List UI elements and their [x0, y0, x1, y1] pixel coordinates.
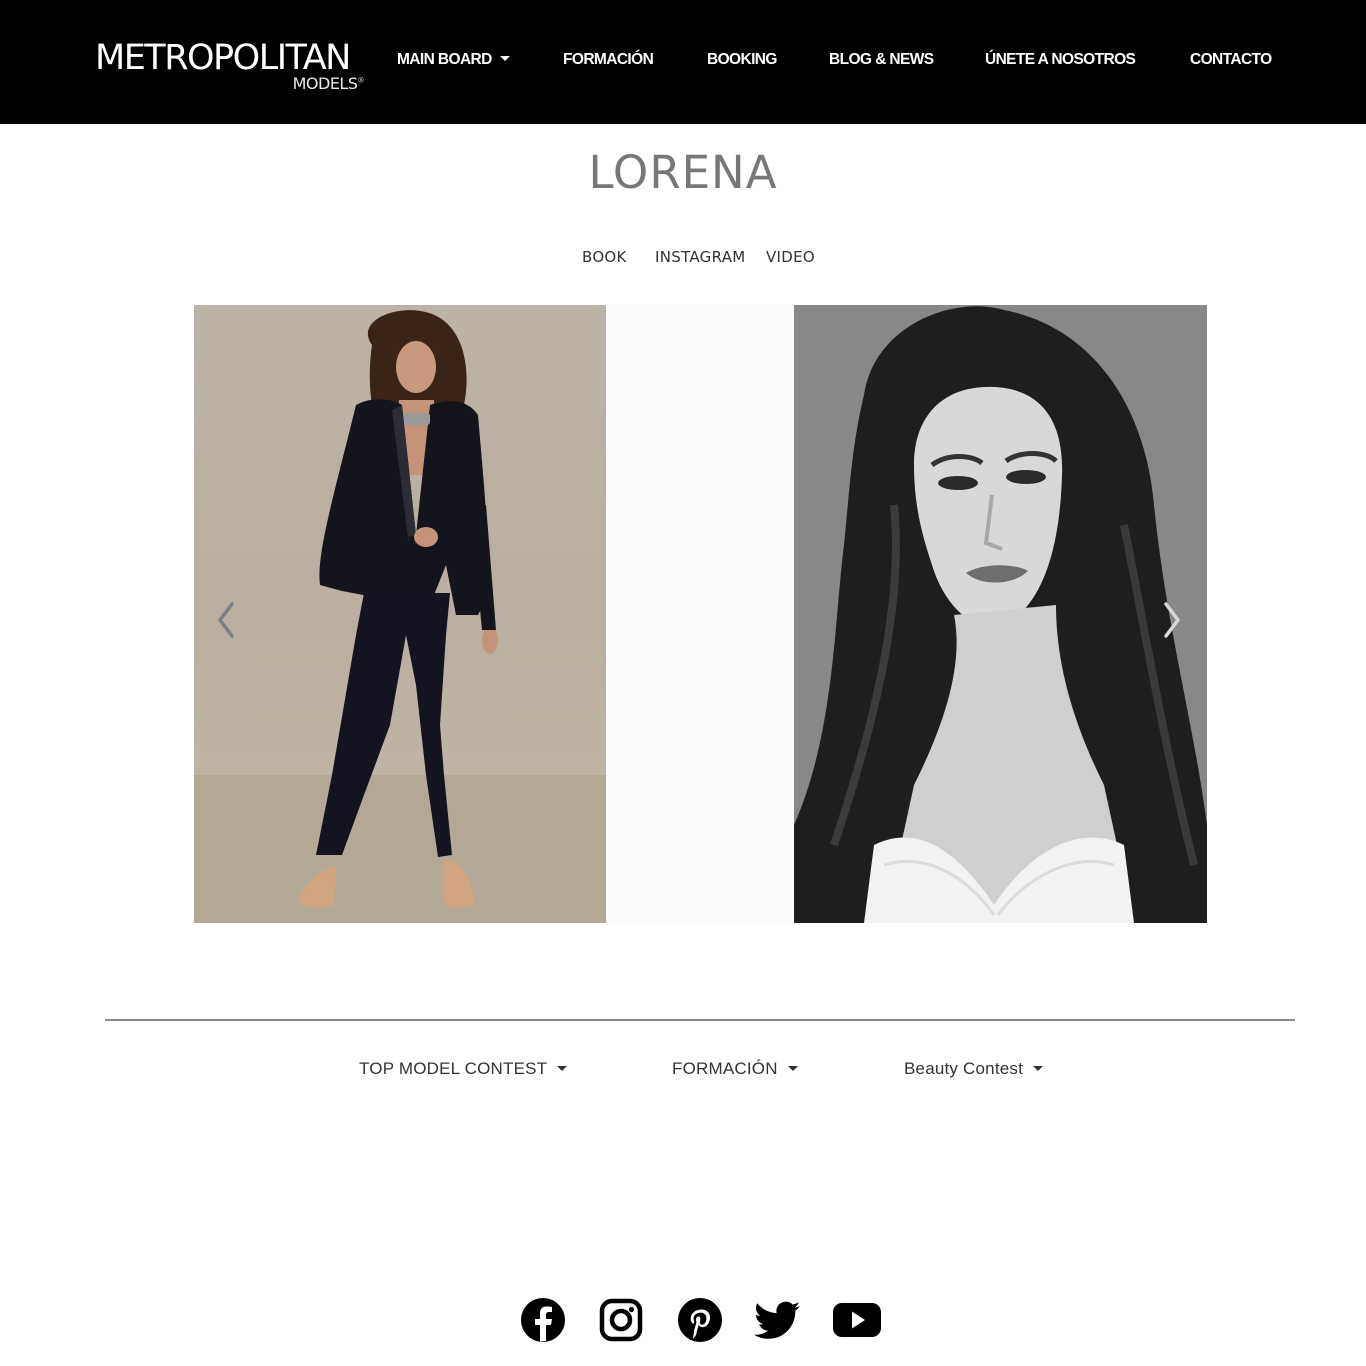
caret-down-icon — [499, 56, 510, 62]
profile-tabs: BOOK INSTAGRAM VIDEO — [0, 246, 1366, 268]
footer-menu: TOP MODEL CONTEST FORMACIÓN Beauty Conte… — [0, 1058, 1366, 1080]
model-photo-portrait — [794, 305, 1207, 923]
nav-contacto[interactable]: CONTACTO — [1190, 48, 1272, 72]
caret-down-icon — [1033, 1066, 1044, 1072]
instagram-icon[interactable] — [597, 1297, 645, 1343]
chevron-left-icon[interactable] — [214, 600, 238, 640]
carousel-slide-portrait[interactable] — [794, 305, 1207, 923]
photo-carousel[interactable] — [194, 305, 1207, 923]
footer-formacion[interactable]: FORMACIÓN — [672, 1058, 798, 1080]
nav-main-board[interactable]: MAIN BOARD — [397, 48, 510, 72]
chevron-right-icon[interactable] — [1160, 600, 1184, 640]
logo-sub-text: MODELS® — [292, 74, 365, 93]
twitter-icon[interactable] — [754, 1297, 802, 1343]
nav-formacion[interactable]: FORMACIÓN — [563, 48, 654, 72]
section-divider — [105, 1019, 1295, 1021]
carousel-gap — [606, 305, 794, 923]
footer-top-model-contest[interactable]: TOP MODEL CONTEST — [359, 1058, 568, 1080]
caret-down-icon — [787, 1066, 798, 1072]
caret-down-icon — [557, 1066, 568, 1072]
tab-book[interactable]: BOOK — [582, 246, 627, 268]
site-header: METROPOLITAN MODELS® MAIN BOARD FORMACIÓ… — [0, 0, 1366, 124]
tab-video[interactable]: VIDEO — [766, 246, 815, 268]
footer-beauty-contest[interactable]: Beauty Contest — [904, 1058, 1044, 1080]
tab-instagram[interactable]: INSTAGRAM — [655, 246, 746, 268]
nav-blog-news[interactable]: BLOG & NEWS — [829, 48, 934, 72]
youtube-icon[interactable] — [833, 1297, 881, 1343]
pinterest-icon[interactable] — [676, 1297, 724, 1343]
nav-booking[interactable]: BOOKING — [707, 48, 777, 72]
page-title: LORENA — [588, 146, 778, 199]
carousel-slide-full-length-photo[interactable] — [194, 305, 606, 923]
logo[interactable]: METROPOLITAN MODELS® — [95, 36, 370, 96]
model-photo-suit — [194, 310, 606, 923]
social-links — [0, 1297, 1366, 1343]
nav-unete[interactable]: ÚNETE A NOSOTROS — [985, 48, 1136, 72]
facebook-icon[interactable] — [519, 1297, 567, 1343]
